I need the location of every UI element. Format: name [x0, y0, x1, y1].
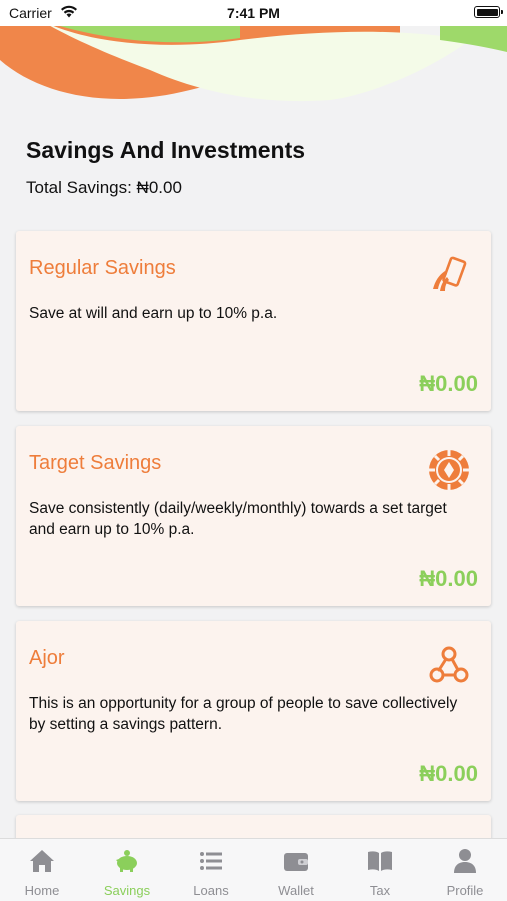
card-title: Regular Savings — [29, 257, 176, 279]
tab-label: Loans — [193, 883, 229, 898]
tab-label: Wallet — [278, 883, 314, 898]
card-description: Save consistently (daily/weekly/monthly)… — [29, 500, 447, 538]
ajor-card[interactable]: Ajor This is an opportunity for a group … — [16, 621, 491, 801]
tab-label: Savings — [103, 883, 151, 898]
regular-savings-card[interactable]: Regular Savings Save at will and earn up… — [16, 231, 491, 411]
list-icon — [200, 852, 222, 870]
status-time: 7:41 PM — [227, 5, 280, 21]
tab-home[interactable]: Home — [0, 839, 84, 901]
tab-label: Tax — [369, 883, 391, 898]
battery-icon — [474, 6, 503, 18]
group-network-icon — [429, 646, 469, 683]
page-title: Savings And Investments — [26, 137, 306, 163]
card-title: Ajor — [29, 647, 65, 669]
home-icon — [30, 850, 54, 872]
book-icon — [368, 851, 392, 871]
total-savings: Total Savings: ₦0.00 — [26, 178, 182, 197]
wallet-icon — [284, 853, 308, 871]
tab-wallet[interactable]: Wallet — [254, 839, 338, 901]
card-amount: ₦0.00 — [419, 371, 478, 396]
tab-loans[interactable]: Loans — [169, 839, 253, 901]
card-description: Save at will and earn up to 10% p.a. — [29, 305, 278, 322]
tab-bar: Home Savings Loans Wallet Tax Profile — [0, 838, 507, 901]
target-chip-icon — [429, 450, 469, 490]
tab-label: Profile — [446, 883, 484, 898]
piggy-bank-icon — [116, 850, 137, 872]
card-amount: ₦0.00 — [419, 566, 478, 591]
tab-savings[interactable]: Savings — [85, 839, 169, 901]
tab-tax[interactable]: Tax — [338, 839, 422, 901]
status-bar: Carrier 7:41 PM — [0, 0, 507, 26]
target-savings-card[interactable]: Target Savings Save consistently (daily/… — [16, 426, 491, 606]
card-description: This is an opportunity for a group of pe… — [29, 695, 458, 733]
tab-profile[interactable]: Profile — [423, 839, 507, 901]
card-title: Target Savings — [29, 452, 162, 474]
card-amount: ₦0.00 — [419, 761, 478, 786]
profile-icon — [454, 849, 476, 873]
tab-label: Home — [24, 883, 60, 898]
savings-card-icon — [433, 256, 467, 291]
